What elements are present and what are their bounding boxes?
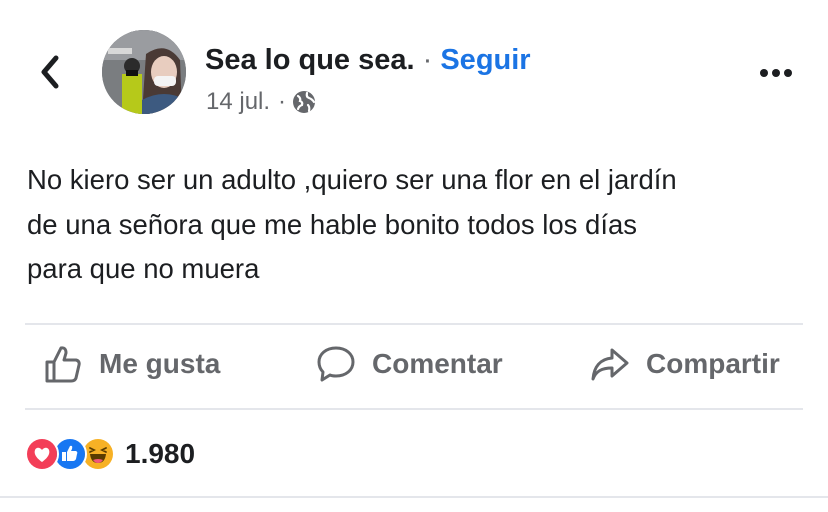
like-button[interactable]: Me gusta bbox=[44, 344, 220, 384]
author-name[interactable]: Sea lo que sea. bbox=[205, 44, 415, 76]
follow-button[interactable]: Seguir bbox=[440, 44, 530, 76]
comment-label: Comentar bbox=[372, 348, 503, 379]
divider-bottom bbox=[25, 408, 803, 410]
avatar[interactable] bbox=[102, 30, 186, 114]
love-reaction-icon bbox=[25, 437, 59, 471]
reaction-count: 1.980 bbox=[125, 438, 196, 469]
divider-footer bbox=[0, 496, 828, 498]
comment-icon bbox=[317, 346, 355, 382]
avatar-photo bbox=[102, 30, 186, 114]
like-label: Me gusta bbox=[99, 348, 221, 379]
more-options-button[interactable] bbox=[756, 62, 796, 84]
globe-icon[interactable] bbox=[292, 90, 316, 114]
back-button[interactable] bbox=[36, 52, 68, 92]
post-date[interactable]: 14 jul. bbox=[206, 86, 270, 118]
name-separator: · bbox=[422, 44, 433, 76]
author-line: Sea lo que sea. · Seguir bbox=[205, 40, 531, 80]
reactions-summary[interactable]: 1.980 bbox=[25, 436, 195, 472]
share-icon bbox=[591, 348, 629, 381]
comment-button[interactable]: Comentar bbox=[316, 344, 503, 384]
post-meta: 14 jul. · bbox=[206, 86, 316, 118]
share-button[interactable]: Compartir bbox=[590, 344, 780, 384]
share-label: Compartir bbox=[646, 348, 780, 379]
meta-separator: · bbox=[278, 88, 287, 115]
divider-top bbox=[25, 323, 803, 325]
thumbs-up-icon bbox=[45, 346, 81, 383]
chevron-left-icon bbox=[41, 55, 59, 89]
ellipsis-icon bbox=[760, 69, 792, 77]
post-text: No kiero ser un adulto ,quiero ser una f… bbox=[27, 164, 677, 284]
